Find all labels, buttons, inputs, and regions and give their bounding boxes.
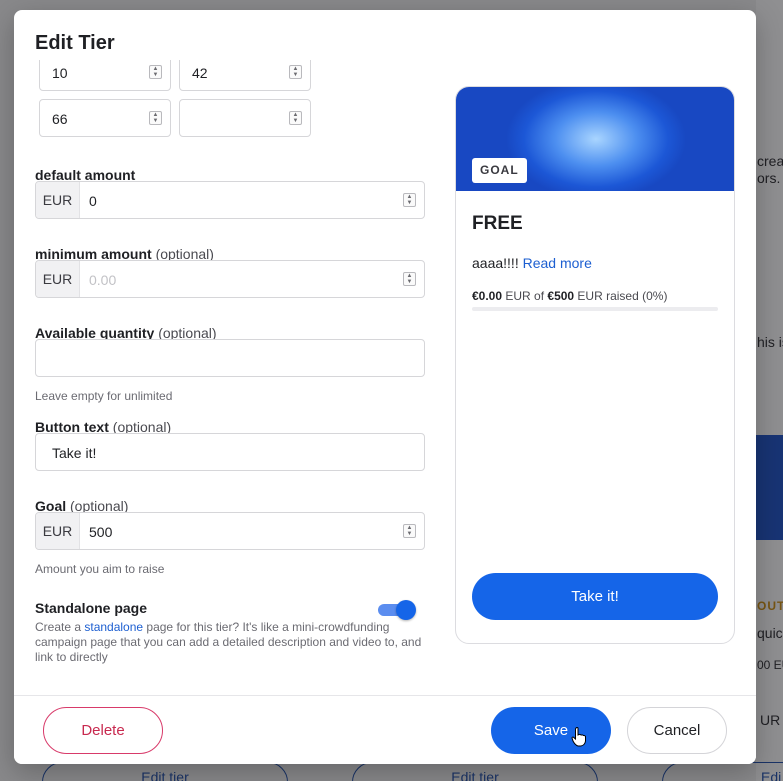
interval-input-value: 66 bbox=[52, 111, 68, 127]
standalone-page-toggle[interactable] bbox=[378, 599, 416, 621]
tier-cover-image: GOAL bbox=[456, 87, 734, 191]
edit-tier-modal: Edit Tier 10 ▲ ▼ 42 ▲ ▼ 66 ▲ ▼ ▲ ▼ default bbox=[14, 10, 756, 764]
spinner-arrows-icon[interactable]: ▲ ▼ bbox=[149, 111, 162, 125]
default-amount-field[interactable]: EUR 0 ▲ ▼ bbox=[35, 181, 425, 219]
modal-footer: Delete Save Cancel bbox=[14, 695, 756, 764]
goal-progress-bar bbox=[472, 307, 718, 311]
button-text-input[interactable]: Take it! bbox=[35, 433, 425, 471]
hand-pointer-cursor-icon bbox=[571, 727, 586, 747]
standalone-page-label: Standalone page bbox=[35, 600, 148, 616]
spinner-arrows-icon[interactable]: ▲ ▼ bbox=[289, 65, 302, 79]
tier-name: FREE bbox=[472, 213, 523, 234]
goal-help: Amount you aim to raise bbox=[35, 562, 165, 576]
toggle-knob bbox=[396, 600, 416, 620]
interval-input[interactable]: 10 ▲ ▼ bbox=[39, 60, 171, 91]
spinner-arrows-icon[interactable]: ▲ ▼ bbox=[403, 272, 416, 286]
minimum-amount-field[interactable]: EUR 0.00 ▲ ▼ bbox=[35, 260, 425, 298]
button-text-value: Take it! bbox=[52, 445, 97, 461]
interval-input[interactable]: ▲ ▼ bbox=[179, 99, 311, 137]
goal-value: 500 bbox=[89, 524, 113, 540]
spinner-arrows-icon[interactable]: ▲ ▼ bbox=[403, 193, 416, 207]
spinner-arrows-icon[interactable]: ▲ ▼ bbox=[403, 524, 416, 538]
cancel-button[interactable]: Cancel bbox=[627, 707, 727, 754]
interval-input-value: 10 bbox=[52, 65, 68, 81]
tier-preview-card: GOAL FREE aaaa!!!! Read more €0.00 EUR o… bbox=[455, 86, 735, 644]
raised-summary: €0.00 EUR of €500 EUR raised (0%) bbox=[472, 289, 668, 303]
tier-description: aaaa!!!! Read more bbox=[472, 255, 592, 271]
modal-body[interactable]: 10 ▲ ▼ 42 ▲ ▼ 66 ▲ ▼ ▲ ▼ default amount EUR … bbox=[14, 60, 756, 695]
modal-title: Edit Tier bbox=[35, 32, 115, 54]
read-more-link[interactable]: Read more bbox=[523, 255, 592, 271]
currency-label: EUR bbox=[36, 513, 80, 549]
save-button[interactable]: Save bbox=[491, 707, 611, 754]
delete-button[interactable]: Delete bbox=[43, 707, 163, 754]
currency-label: EUR bbox=[36, 182, 80, 218]
minimum-amount-placeholder: 0.00 bbox=[89, 272, 117, 288]
standalone-link[interactable]: standalone bbox=[84, 620, 143, 634]
goal-badge: GOAL bbox=[472, 158, 527, 183]
goal-field[interactable]: EUR 500 ▲ ▼ bbox=[35, 512, 425, 550]
available-quantity-input[interactable] bbox=[35, 339, 425, 377]
interval-input[interactable]: 66 ▲ ▼ bbox=[39, 99, 171, 137]
tier-cta-button[interactable]: Take it! bbox=[472, 573, 718, 620]
interval-input-value: 42 bbox=[192, 65, 208, 81]
spinner-arrows-icon[interactable]: ▲ ▼ bbox=[289, 111, 302, 125]
spinner-arrows-icon[interactable]: ▲ ▼ bbox=[149, 65, 162, 79]
available-quantity-help: Leave empty for unlimited bbox=[35, 389, 173, 403]
default-amount-value: 0 bbox=[89, 193, 97, 209]
interval-input[interactable]: 42 ▲ ▼ bbox=[179, 60, 311, 91]
currency-label: EUR bbox=[36, 261, 80, 297]
standalone-page-description: Create a standalone page for this tier? … bbox=[35, 620, 422, 664]
